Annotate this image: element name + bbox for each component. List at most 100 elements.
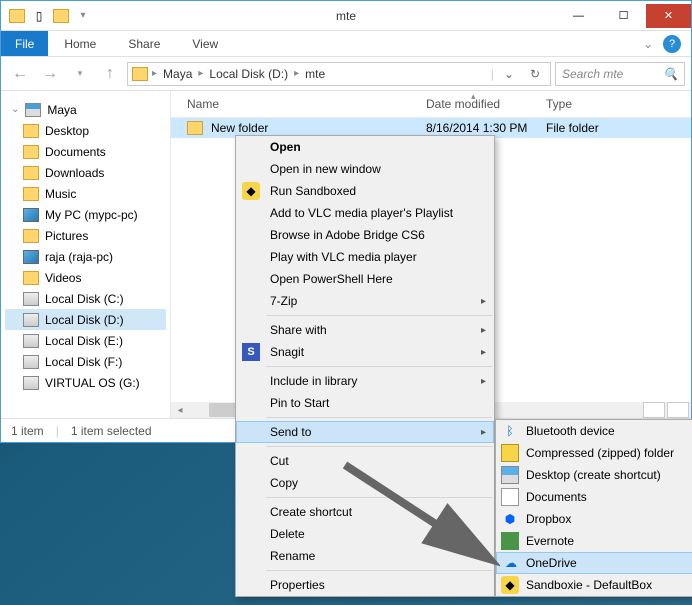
column-date[interactable]: Date modified <box>426 97 546 111</box>
folder-icon <box>23 166 39 180</box>
context-menu-item[interactable]: Cut <box>236 450 494 472</box>
view-tab[interactable]: View <box>176 33 234 55</box>
sendto-item[interactable]: Documents <box>496 486 692 508</box>
sendto-item[interactable]: Compressed (zipped) folder <box>496 442 692 464</box>
context-menu-item[interactable]: Include in library▸ <box>236 370 494 392</box>
details-view-button[interactable] <box>643 402 665 418</box>
tree-item[interactable]: My PC (mypc-pc) <box>5 204 166 225</box>
column-headers: Name Date modified Type ▴ <box>171 91 691 118</box>
menu-label: Pin to Start <box>270 396 329 410</box>
context-menu-item[interactable]: Open <box>236 136 494 158</box>
home-tab[interactable]: Home <box>48 33 112 55</box>
sendto-item[interactable]: ☁OneDrive <box>496 552 692 574</box>
tree-item[interactable]: Desktop <box>5 120 166 141</box>
file-type: File folder <box>546 121 691 135</box>
tree-item[interactable]: Local Disk (F:) <box>5 351 166 372</box>
maximize-button[interactable]: ☐ <box>601 4 646 28</box>
context-menu-item[interactable]: Send to▸ <box>236 421 494 443</box>
tree-label: Music <box>45 187 76 201</box>
context-menu-item[interactable]: Open PowerShell Here <box>236 268 494 290</box>
folder-icon <box>9 8 25 24</box>
collapse-icon[interactable]: ⌄ <box>11 104 19 115</box>
context-menu-item[interactable]: ◆Run Sandboxed <box>236 180 494 202</box>
context-menu-item[interactable]: Add to VLC media player's Playlist <box>236 202 494 224</box>
network-icon <box>23 250 39 264</box>
chevron-right-icon[interactable]: ▸ <box>198 68 203 79</box>
context-menu-item[interactable]: Share with▸ <box>236 319 494 341</box>
history-dropdown[interactable]: ▾ <box>67 61 93 87</box>
tree-item[interactable]: Videos <box>5 267 166 288</box>
sendto-item[interactable]: ⬢Dropbox <box>496 508 692 530</box>
context-menu-item[interactable]: Browse in Adobe Bridge CS6 <box>236 224 494 246</box>
tree-label: Documents <box>45 145 106 159</box>
tree-item[interactable]: Music <box>5 183 166 204</box>
tree-root-maya[interactable]: ⌄ Maya <box>5 99 166 120</box>
drive-icon <box>23 313 39 327</box>
address-dropdown-icon[interactable]: ⌄ <box>498 67 520 81</box>
evernote-icon <box>501 532 519 550</box>
tree-item[interactable]: Local Disk (C:) <box>5 288 166 309</box>
help-icon[interactable]: ? <box>663 35 681 53</box>
menu-label: Delete <box>270 527 305 541</box>
icons-view-button[interactable] <box>667 402 689 418</box>
menu-label: Share with <box>270 323 327 337</box>
context-menu-item[interactable]: Create shortcut <box>236 501 494 523</box>
tree-item[interactable]: Downloads <box>5 162 166 183</box>
context-menu-item[interactable]: Properties <box>236 574 494 596</box>
column-name[interactable]: Name <box>171 97 426 111</box>
tree-item[interactable]: Local Disk (E:) <box>5 330 166 351</box>
scroll-left-icon[interactable]: ◂ <box>171 405 189 416</box>
tree-item[interactable]: raja (raja-pc) <box>5 246 166 267</box>
back-button[interactable]: ← <box>7 61 33 87</box>
sendto-item[interactable]: Desktop (create shortcut) <box>496 464 692 486</box>
breadcrumb[interactable]: Maya <box>161 67 194 81</box>
folder-icon <box>187 121 203 135</box>
context-menu-item[interactable]: SSnagit▸ <box>236 341 494 363</box>
folder-icon <box>23 124 39 138</box>
folder-icon <box>132 67 148 81</box>
dropbox-icon: ⬢ <box>501 510 519 528</box>
breadcrumb[interactable]: Local Disk (D:) <box>207 67 290 81</box>
tree-item[interactable]: VIRTUAL OS (G:) <box>5 372 166 393</box>
context-menu-item[interactable]: Pin to Start <box>236 392 494 414</box>
menu-label: Bluetooth device <box>526 424 615 438</box>
ribbon-expand-icon[interactable]: ⌄ <box>643 37 653 51</box>
context-menu-item[interactable]: Rename <box>236 545 494 567</box>
tree-label: Videos <box>45 271 81 285</box>
tree-label: Local Disk (C:) <box>45 292 124 306</box>
menu-label: Sandboxie - DefaultBox <box>526 578 652 592</box>
sendto-item[interactable]: ◆Sandboxie - DefaultBox <box>496 574 692 596</box>
context-menu-item[interactable]: Open in new window <box>236 158 494 180</box>
context-menu-item[interactable]: Play with VLC media player <box>236 246 494 268</box>
refresh-button[interactable]: ↻ <box>524 67 546 81</box>
file-tab[interactable]: File <box>1 31 48 56</box>
breadcrumb[interactable]: mte <box>303 67 327 81</box>
column-type[interactable]: Type <box>546 97 691 111</box>
tree-item[interactable]: Local Disk (D:) <box>5 309 166 330</box>
properties-icon[interactable]: ▯ <box>31 8 47 24</box>
minimize-button[interactable]: — <box>556 4 601 28</box>
status-count: 1 item <box>11 424 44 438</box>
context-menu-item[interactable]: 7-Zip▸ <box>236 290 494 312</box>
address-bar[interactable]: ▸ Maya ▸ Local Disk (D:) ▸ mte | ⌄ ↻ <box>127 62 551 86</box>
onedrive-icon: ☁ <box>502 554 520 572</box>
sendto-item[interactable]: ᛒBluetooth device <box>496 420 692 442</box>
up-button[interactable]: ↑ <box>97 61 123 87</box>
share-tab[interactable]: Share <box>112 33 176 55</box>
chevron-right-icon[interactable]: ▸ <box>294 68 299 79</box>
menu-label: Cut <box>270 454 289 468</box>
chevron-right-icon[interactable]: ▸ <box>152 68 157 79</box>
context-menu-item[interactable]: Delete <box>236 523 494 545</box>
context-menu-item[interactable]: Copy <box>236 472 494 494</box>
tree-label: Local Disk (F:) <box>45 355 122 369</box>
sendto-item[interactable]: Evernote <box>496 530 692 552</box>
search-input[interactable]: Search mte 🔍 <box>555 62 685 86</box>
forward-button[interactable]: → <box>37 61 63 87</box>
menu-label: Add to VLC media player's Playlist <box>270 206 453 220</box>
tree-item[interactable]: Documents <box>5 141 166 162</box>
tree-item[interactable]: Pictures <box>5 225 166 246</box>
menu-label: Copy <box>270 476 298 490</box>
qat-dropdown-icon[interactable]: ▾ <box>75 8 91 24</box>
navigation-tree[interactable]: ⌄ Maya Desktop Documents Downloads Music My … <box>1 91 171 418</box>
close-button[interactable]: ✕ <box>646 4 691 28</box>
